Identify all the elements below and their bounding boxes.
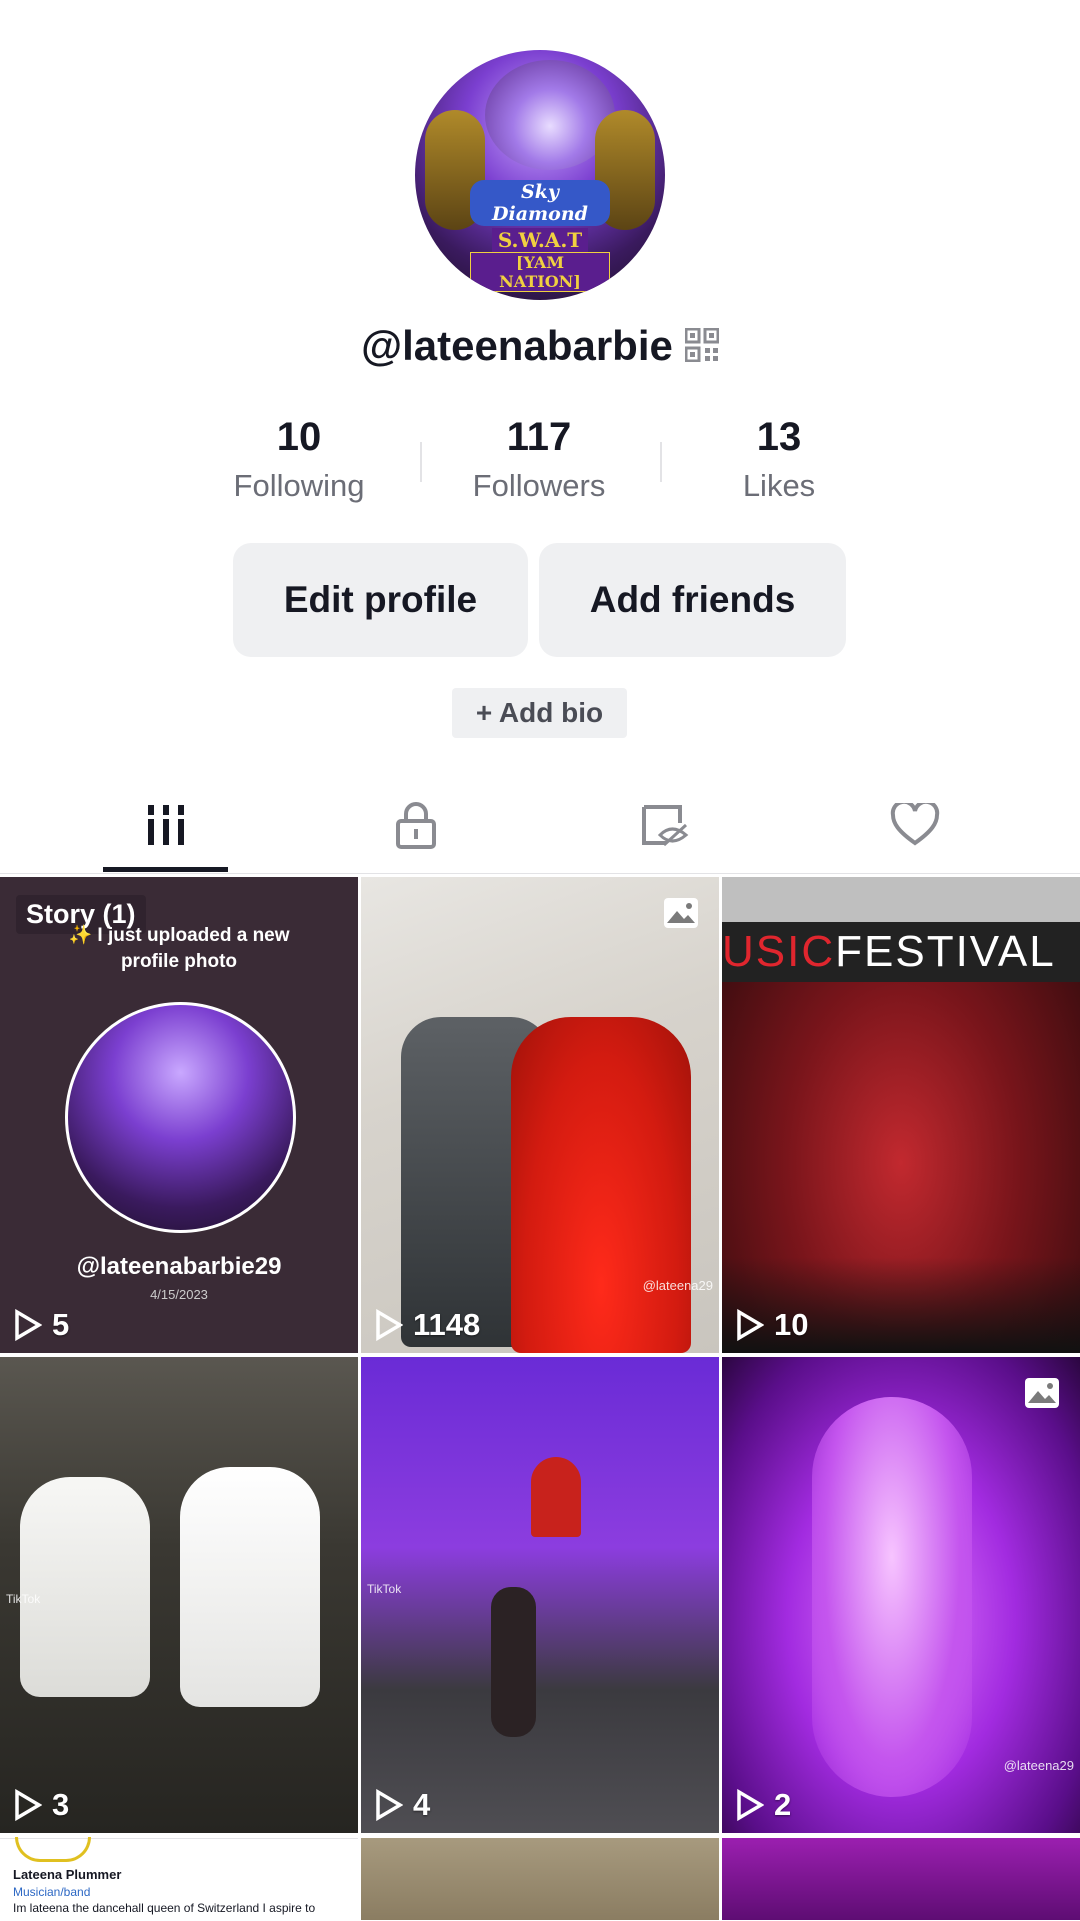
play-count: 2 xyxy=(736,1787,791,1823)
play-count-value: 1148 xyxy=(413,1307,481,1342)
stat-divider xyxy=(420,442,422,482)
profile-avatar[interactable]: Sky Diamond S.W.A.T [YAM NATION] xyxy=(415,50,665,300)
play-count-value: 2 xyxy=(774,1787,792,1822)
stat-divider xyxy=(660,442,662,482)
story-text-line1: ✨ I just uploaded a new xyxy=(68,925,290,946)
watermark: TikTok xyxy=(6,1592,41,1606)
video-thumbnail[interactable]: @lateena29 2 xyxy=(722,1357,1080,1833)
tab-videos[interactable] xyxy=(103,775,228,875)
play-count: 10 xyxy=(736,1307,808,1343)
stat-label: Likes xyxy=(742,468,816,503)
add-bio-button[interactable]: + Add bio xyxy=(452,688,627,738)
thumbnail-performer xyxy=(531,1457,581,1537)
video-thumbnail[interactable]: USICFESTIVAL 10 xyxy=(722,877,1080,1353)
play-icon xyxy=(737,1789,764,1821)
username-text: @lateenabarbie xyxy=(361,322,673,369)
photo-icon xyxy=(664,898,698,928)
add-bio-label: + Add bio xyxy=(475,697,604,728)
video-thumbnail[interactable] xyxy=(361,1838,719,1920)
play-icon xyxy=(376,1309,403,1341)
thumbnail-person xyxy=(180,1467,320,1707)
play-count: 5 xyxy=(14,1307,69,1343)
qr-code-icon[interactable] xyxy=(684,327,719,362)
profile-stats: 10 Following 117 Followers 13 Likes xyxy=(0,415,1080,515)
grid-icon xyxy=(145,805,186,845)
thumbnail-dress xyxy=(511,1017,691,1353)
profile-card-name: Lateena Plummer xyxy=(13,1867,122,1882)
stat-value: 13 xyxy=(756,415,802,459)
profile-card-avatar xyxy=(15,1837,91,1862)
add-friends-button[interactable]: Add friends xyxy=(539,543,846,657)
video-thumbnail[interactable]: TikTok 4 xyxy=(361,1357,719,1833)
stat-value: 10 xyxy=(276,415,322,459)
play-count-value: 4 xyxy=(413,1787,431,1822)
thumbnail-dancer xyxy=(491,1587,536,1737)
stat-label: Following xyxy=(233,468,365,503)
edit-profile-button[interactable]: Edit profile xyxy=(233,543,528,657)
stat-value: 117 xyxy=(506,415,572,459)
tab-hidden[interactable] xyxy=(603,775,728,875)
stat-label: Followers xyxy=(472,468,606,503)
edit-profile-label: Edit profile xyxy=(283,579,478,620)
profile-card-description: Im lateena the dancehall queen of Switze… xyxy=(13,1901,316,1915)
lock-icon xyxy=(395,802,436,849)
video-thumbnail[interactable]: TikTok 3 xyxy=(0,1357,358,1833)
stat-following[interactable]: 10 Following xyxy=(199,415,399,504)
avatar-logo-line3: [YAM NATION] xyxy=(470,252,610,292)
thumbnail-person xyxy=(812,1397,972,1797)
heart-icon xyxy=(890,803,939,846)
photo-icon xyxy=(1025,1378,1059,1408)
play-count-value: 3 xyxy=(52,1787,70,1822)
tab-private[interactable] xyxy=(353,775,478,875)
story-handle: @lateenabarbie29 xyxy=(76,1253,282,1280)
active-tab-indicator xyxy=(103,867,228,872)
play-icon xyxy=(15,1309,42,1341)
stat-followers[interactable]: 117 Followers xyxy=(439,415,639,504)
profile-card-thumbnail[interactable]: Lateena Plummer Musician/band Im lateena… xyxy=(0,1837,358,1921)
avatar-logo-line2: S.W.A.T xyxy=(491,228,589,252)
play-count-value: 5 xyxy=(52,1307,70,1342)
thumbnail-sky xyxy=(722,877,1080,927)
play-count-value: 10 xyxy=(774,1307,809,1342)
video-thumbnail[interactable] xyxy=(722,1838,1080,1920)
story-text: ✨ I just uploaded a new profile photo xyxy=(0,923,358,975)
profile-tabs xyxy=(0,775,1080,875)
stat-likes[interactable]: 13 Likes xyxy=(679,415,879,504)
story-date: 4/15/2023 xyxy=(150,1287,208,1302)
video-thumbnail[interactable]: @lateena29 1148 xyxy=(361,877,719,1353)
tab-liked[interactable] xyxy=(852,775,977,875)
festival-banner: USICFESTIVAL xyxy=(722,922,1080,982)
watermark: @lateena29 xyxy=(1003,1758,1074,1773)
story-text-line2: profile photo xyxy=(120,951,238,972)
play-count: 3 xyxy=(14,1787,69,1823)
video-grid-partial-row: Lateena Plummer Musician/band Im lateena… xyxy=(0,1837,1080,1921)
add-friends-label: Add friends xyxy=(589,579,796,620)
profile-card-category: Musician/band xyxy=(13,1885,91,1899)
hidden-icon xyxy=(641,805,688,847)
play-icon xyxy=(737,1309,764,1341)
play-icon xyxy=(376,1789,403,1821)
watermark: TikTok xyxy=(367,1582,402,1596)
play-count: 4 xyxy=(375,1787,430,1823)
video-thumbnail[interactable]: Story (1) ✨ I just uploaded a new profil… xyxy=(0,877,358,1353)
avatar-logo: Sky Diamond S.W.A.T [YAM NATION] xyxy=(470,180,610,292)
watermark: @lateena29 xyxy=(642,1278,713,1293)
avatar-logo-line1: Sky Diamond xyxy=(470,180,610,226)
play-icon xyxy=(15,1789,42,1821)
thumbnail-person xyxy=(20,1477,150,1697)
story-avatar xyxy=(65,1002,296,1233)
play-count: 1148 xyxy=(375,1307,480,1343)
profile-username: @lateenabarbie xyxy=(0,322,1080,370)
tabs-divider xyxy=(0,873,1080,874)
